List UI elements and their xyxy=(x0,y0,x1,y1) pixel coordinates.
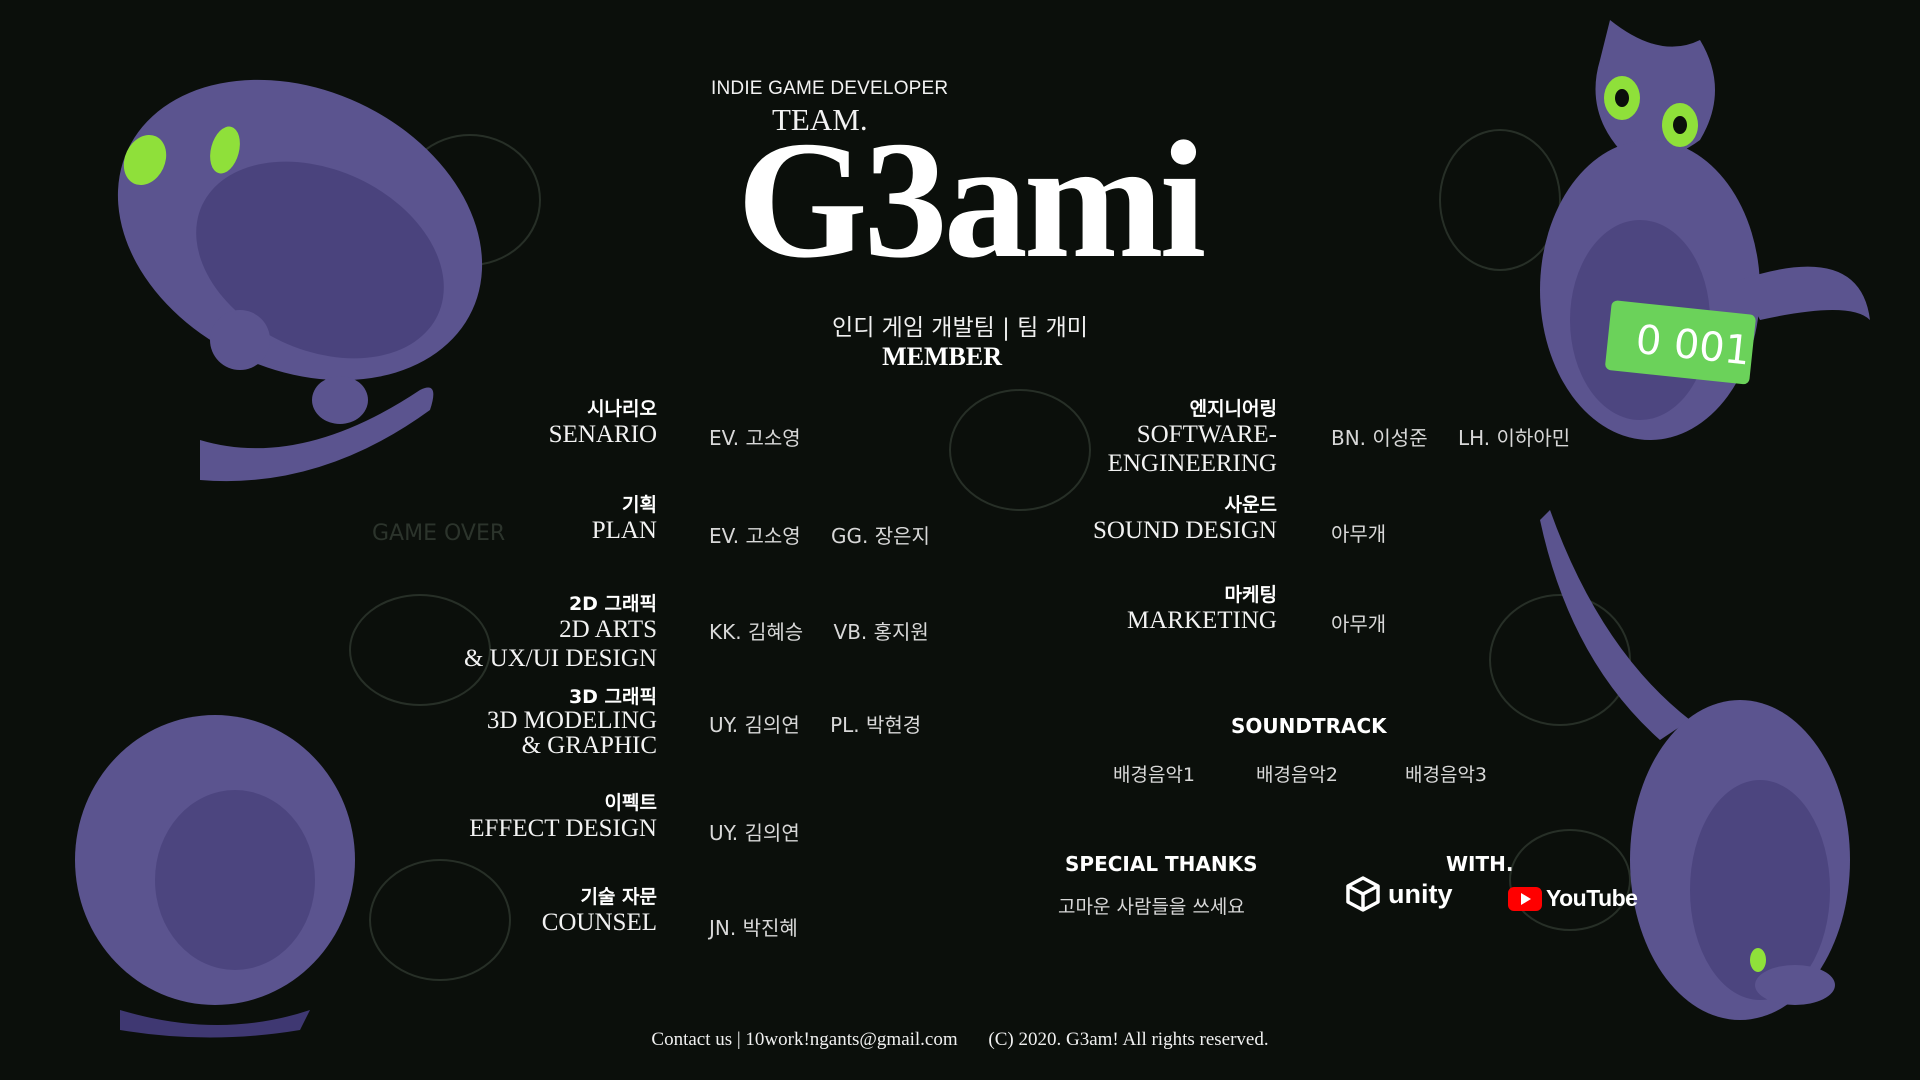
role-title-en: 3D MODELING xyxy=(486,707,657,734)
role-title-en: 2D ARTS xyxy=(559,616,657,643)
member-name: UY. 김의연 xyxy=(709,821,800,845)
unity-icon xyxy=(1346,876,1380,912)
role-title-ko: 기획 xyxy=(622,494,657,516)
soundtrack-item[interactable]: 배경음악3 xyxy=(1405,760,1487,787)
role-2d-arts: 2D 그래픽 2D ARTS & UX/UI DESIGN xyxy=(464,593,657,673)
role-scenario: 시나리오 SENARIO xyxy=(549,398,657,449)
role-title-en: & GRAPHIC xyxy=(521,732,657,759)
role-title-ko: 사운드 xyxy=(1224,494,1277,516)
soundtrack-item[interactable]: 배경음악1 xyxy=(1113,760,1195,787)
cat-illustration xyxy=(1540,510,1850,1020)
role-title-ko: 2D 그래픽 xyxy=(568,593,657,615)
special-thanks-text: 고마운 사람들을 쓰세요 xyxy=(1058,896,1245,918)
role-counsel: 기술 자문 COUNSEL xyxy=(542,886,657,937)
team-subtitle: 인디 게임 개발팀 | 팀 개미 xyxy=(832,315,1088,341)
role-title-en: EFFECT DESIGN xyxy=(469,815,657,842)
role-engineering: 엔지니어링 SOFTWARE- ENGINEERING xyxy=(1108,398,1277,478)
contact-email[interactable]: Contact us | 10work!ngants@gmail.com xyxy=(651,1029,957,1050)
role-plan: 기획 PLAN xyxy=(592,494,657,545)
role-members: JN. 박진혜 xyxy=(709,912,822,941)
special-thanks-title: SPECIAL THANKS xyxy=(1065,852,1258,876)
role-members: BN. 이성준 LH. 이하아민 xyxy=(1331,422,1594,451)
youtube-logo[interactable]: YouTube xyxy=(1508,885,1638,912)
role-title-ko: 엔지니어링 xyxy=(1189,398,1277,420)
role-title-ko: 이펙트 xyxy=(604,792,657,814)
role-members: UY. 김의연 PL. 박현경 xyxy=(709,709,945,738)
cat-illustration xyxy=(117,79,483,482)
youtube-play-icon xyxy=(1508,886,1542,911)
member-name: VB. 홍지원 xyxy=(833,620,929,644)
member-name: BN. 이성준 xyxy=(1331,426,1428,450)
role-title-en: SENARIO xyxy=(548,421,657,448)
team-logo: G3ami xyxy=(737,107,1206,293)
member-name: EV. 고소영 xyxy=(709,426,801,450)
member-name: GG. 장은지 xyxy=(831,524,930,548)
role-marketing: 마케팅 MARKETING xyxy=(1127,584,1277,635)
cat-illustration: 0 001 xyxy=(1540,20,1870,440)
role-title-ko: 마케팅 xyxy=(1224,584,1277,606)
member-name: UY. 김의연 xyxy=(709,713,800,737)
footer: Contact us | 10work!ngants@gmail.com (C)… xyxy=(0,1029,1920,1051)
role-title-en: COUNSEL xyxy=(541,909,657,936)
role-members: EV. 고소영 xyxy=(709,422,825,451)
role-title-en: & UX/UI DESIGN xyxy=(463,645,657,672)
unity-wordmark: unity xyxy=(1388,878,1453,909)
role-members: EV. 고소영 GG. 장은지 xyxy=(709,520,954,549)
member-name: JN. 박진혜 xyxy=(709,916,798,940)
member-name: KK. 김혜승 xyxy=(709,620,804,644)
role-sound: 사운드 SOUND DESIGN xyxy=(1093,494,1277,545)
role-title-ko: 기술 자문 xyxy=(580,886,657,908)
youtube-wordmark: YouTube xyxy=(1546,885,1638,911)
role-members: KK. 김혜승 VB. 홍지원 xyxy=(709,616,953,645)
studio-kicker: INDIE GAME DEVELOPER xyxy=(711,78,949,99)
role-effect: 이펙트 EFFECT DESIGN xyxy=(469,792,657,843)
role-title-ko: 3D 그래픽 xyxy=(568,686,657,708)
role-title-en: MARKETING xyxy=(1127,607,1277,634)
soundtrack-title: SOUNDTRACK xyxy=(1231,714,1387,738)
role-members: UY. 김의연 xyxy=(709,817,824,846)
member-heading: MEMBER xyxy=(882,342,1002,371)
sketch-scribble: GAME OVER xyxy=(372,521,505,546)
copyright-text: (C) 2020. G3am! All rights reserved. xyxy=(988,1029,1269,1050)
role-title-en: ENGINEERING xyxy=(1107,450,1277,477)
member-name: PL. 박현경 xyxy=(830,713,922,737)
soundtrack-item[interactable]: 배경음악2 xyxy=(1256,760,1338,787)
role-title-en: SOFTWARE- xyxy=(1136,421,1277,448)
role-members: 아무개 xyxy=(1331,518,1410,547)
role-members: 아무개 xyxy=(1331,608,1410,637)
role-3d-graphic: 3D 그래픽 3D MODELING & GRAPHIC xyxy=(487,686,657,758)
member-name: LH. 이하아민 xyxy=(1457,426,1571,450)
member-name: 아무개 xyxy=(1331,522,1387,546)
unity-logo[interactable]: unity xyxy=(1344,875,1453,913)
member-name: 아무개 xyxy=(1331,612,1387,636)
with-title: WITH. xyxy=(1446,852,1514,876)
member-name: EV. 고소영 xyxy=(709,524,801,548)
role-title-ko: 시나리오 xyxy=(587,398,657,420)
cat-illustration xyxy=(75,715,355,1038)
role-title-en: SOUND DESIGN xyxy=(1092,517,1277,544)
role-title-en: PLAN xyxy=(591,517,657,544)
